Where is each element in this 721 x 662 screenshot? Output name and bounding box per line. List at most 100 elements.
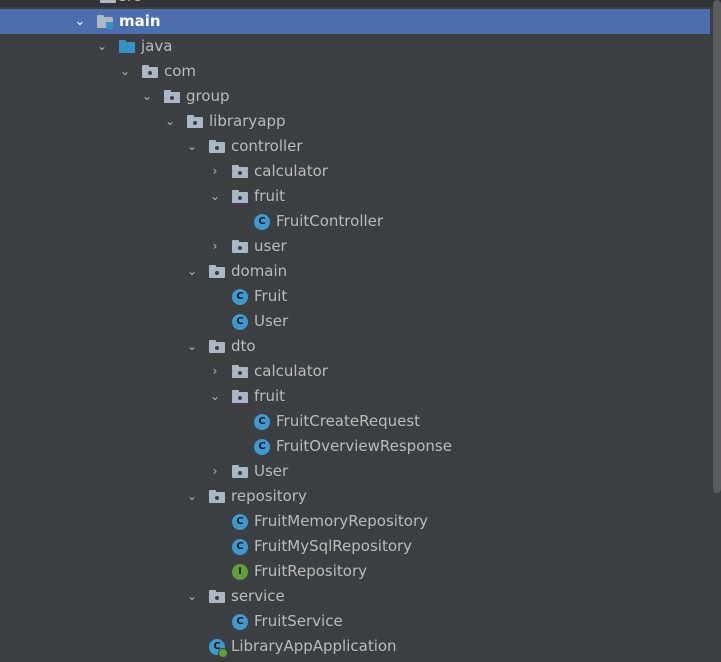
chevron-down-icon[interactable]: ⌄ — [208, 384, 222, 409]
tree-node-label: LibraryAppApplication — [231, 637, 397, 655]
class-icon: C — [232, 289, 248, 305]
chevron-right-icon[interactable]: › — [208, 459, 222, 484]
tree-node-label: fruit — [254, 387, 286, 405]
tree-node-fruit-overview-response[interactable]: C FruitOverviewResponse — [0, 434, 710, 459]
tree-node-label: User — [254, 312, 289, 330]
package-icon — [209, 339, 225, 354]
tree-node-label: domain — [231, 262, 288, 280]
tree-node-fruit-service[interactable]: C FruitService — [0, 609, 710, 634]
chevron-right-icon[interactable]: › — [208, 359, 222, 384]
tree-node-label: dto — [231, 337, 256, 355]
package-icon — [209, 489, 225, 504]
tree-node-library-app-application[interactable]: C LibraryAppApplication — [0, 634, 710, 659]
tree-node-label: controller — [231, 137, 303, 155]
tree-node-label: main — [119, 12, 161, 30]
tree-node-dto-calculator[interactable]: › calculator — [0, 359, 710, 384]
tree-node-label: FruitMemoryRepository — [254, 512, 429, 530]
package-icon — [187, 114, 203, 129]
package-icon — [209, 589, 225, 604]
project-tree[interactable]: ⌄ src ⌄ main ⌄ java ⌄ com ⌄ group ⌄ libr… — [0, 0, 710, 659]
source-folder-icon — [119, 39, 135, 54]
tree-node-label: FruitOverviewResponse — [276, 437, 452, 455]
tree-node-fruit-create-request[interactable]: C FruitCreateRequest — [0, 409, 710, 434]
package-icon — [232, 164, 248, 179]
tree-node-java[interactable]: ⌄ java — [0, 34, 710, 59]
folder-icon — [100, 0, 116, 4]
tree-node-label: FruitRepository — [254, 562, 368, 580]
class-icon: C — [254, 439, 270, 455]
tree-node-group[interactable]: ⌄ group — [0, 84, 710, 109]
chevron-down-icon[interactable]: ⌄ — [208, 184, 222, 209]
tree-node-fruit-repository[interactable]: I FruitRepository — [0, 559, 710, 584]
tree-node-label: fruit — [254, 187, 286, 205]
chevron-down-icon[interactable]: ⌄ — [185, 484, 199, 509]
tree-node-dto[interactable]: ⌄ dto — [0, 334, 710, 359]
chevron-down-icon[interactable]: ⌄ — [185, 584, 199, 609]
tree-node-label: libraryapp — [209, 112, 286, 130]
class-icon: C — [232, 539, 248, 555]
tree-node-label: repository — [231, 487, 307, 505]
chevron-down-icon[interactable]: ⌄ — [185, 134, 199, 159]
tree-node-dto-user[interactable]: › User — [0, 459, 710, 484]
tree-node-controller-calculator[interactable]: › calculator — [0, 159, 710, 184]
tree-node-label: group — [186, 87, 230, 105]
tree-node-controller[interactable]: ⌄ controller — [0, 134, 710, 159]
tree-node-libraryapp[interactable]: ⌄ libraryapp — [0, 109, 710, 134]
tree-node-domain-fruit[interactable]: C Fruit — [0, 284, 710, 309]
package-icon — [142, 64, 158, 79]
spring-boot-application-icon: C — [209, 639, 228, 658]
tree-node-controller-fruit[interactable]: ⌄ fruit — [0, 184, 710, 209]
chevron-down-icon[interactable]: ⌄ — [140, 84, 154, 109]
tree-node-repository[interactable]: ⌄ repository — [0, 484, 710, 509]
tree-node-domain-user[interactable]: C User — [0, 309, 710, 334]
chevron-down-icon[interactable]: ⌄ — [73, 9, 87, 34]
chevron-right-icon[interactable]: › — [208, 159, 222, 184]
tree-node-fruit-controller[interactable]: C FruitController — [0, 209, 710, 234]
tree-node-service[interactable]: ⌄ service — [0, 584, 710, 609]
tree-node-label: User — [254, 462, 289, 480]
package-icon — [209, 139, 225, 154]
package-icon — [232, 189, 248, 204]
tree-node-label: FruitController — [276, 212, 384, 230]
tree-node-label: java — [141, 37, 173, 55]
tree-node-label: user — [254, 237, 287, 255]
class-icon: C — [254, 214, 270, 230]
tree-node-dto-fruit[interactable]: ⌄ fruit — [0, 384, 710, 409]
chevron-down-icon[interactable]: ⌄ — [185, 334, 199, 359]
tree-node-controller-user[interactable]: › user — [0, 234, 710, 259]
chevron-down-icon[interactable]: ⌄ — [163, 109, 177, 134]
package-icon — [164, 89, 180, 104]
package-icon — [232, 239, 248, 254]
tree-node-label: FruitMySqlRepository — [254, 537, 413, 555]
interface-icon: I — [232, 564, 248, 580]
tree-node-com[interactable]: ⌄ com — [0, 59, 710, 84]
tree-node-label: FruitCreateRequest — [276, 412, 421, 430]
tree-node-label: com — [164, 62, 197, 80]
tree-node-main[interactable]: ⌄ main — [0, 9, 710, 34]
chevron-down-icon[interactable]: ⌄ — [95, 34, 109, 59]
chevron-down-icon[interactable]: ⌄ — [76, 0, 90, 9]
source-root-folder-icon — [97, 14, 113, 29]
chevron-down-icon[interactable]: ⌄ — [118, 59, 132, 84]
package-icon — [232, 364, 248, 379]
chevron-down-icon[interactable]: ⌄ — [185, 259, 199, 284]
tree-node-src[interactable]: ⌄ src — [0, 0, 710, 9]
tree-node-label: service — [231, 587, 285, 605]
tree-node-fruit-mysql-repository[interactable]: C FruitMySqlRepository — [0, 534, 710, 559]
tree-node-label: FruitService — [254, 612, 343, 630]
class-icon: C — [232, 314, 248, 330]
chevron-right-icon[interactable]: › — [208, 234, 222, 259]
class-icon: C — [232, 614, 248, 630]
package-icon — [209, 264, 225, 279]
tree-node-label: calculator — [254, 362, 328, 380]
tree-node-label: src — [119, 0, 141, 9]
class-icon: C — [232, 514, 248, 530]
tree-node-fruit-memory-repository[interactable]: C FruitMemoryRepository — [0, 509, 710, 534]
package-icon — [232, 464, 248, 479]
class-icon: C — [254, 414, 270, 430]
package-icon — [232, 389, 248, 404]
tree-node-domain[interactable]: ⌄ domain — [0, 259, 710, 284]
vertical-scrollbar[interactable] — [713, 0, 721, 493]
tree-node-label: calculator — [254, 162, 328, 180]
tree-node-label: Fruit — [254, 287, 288, 305]
